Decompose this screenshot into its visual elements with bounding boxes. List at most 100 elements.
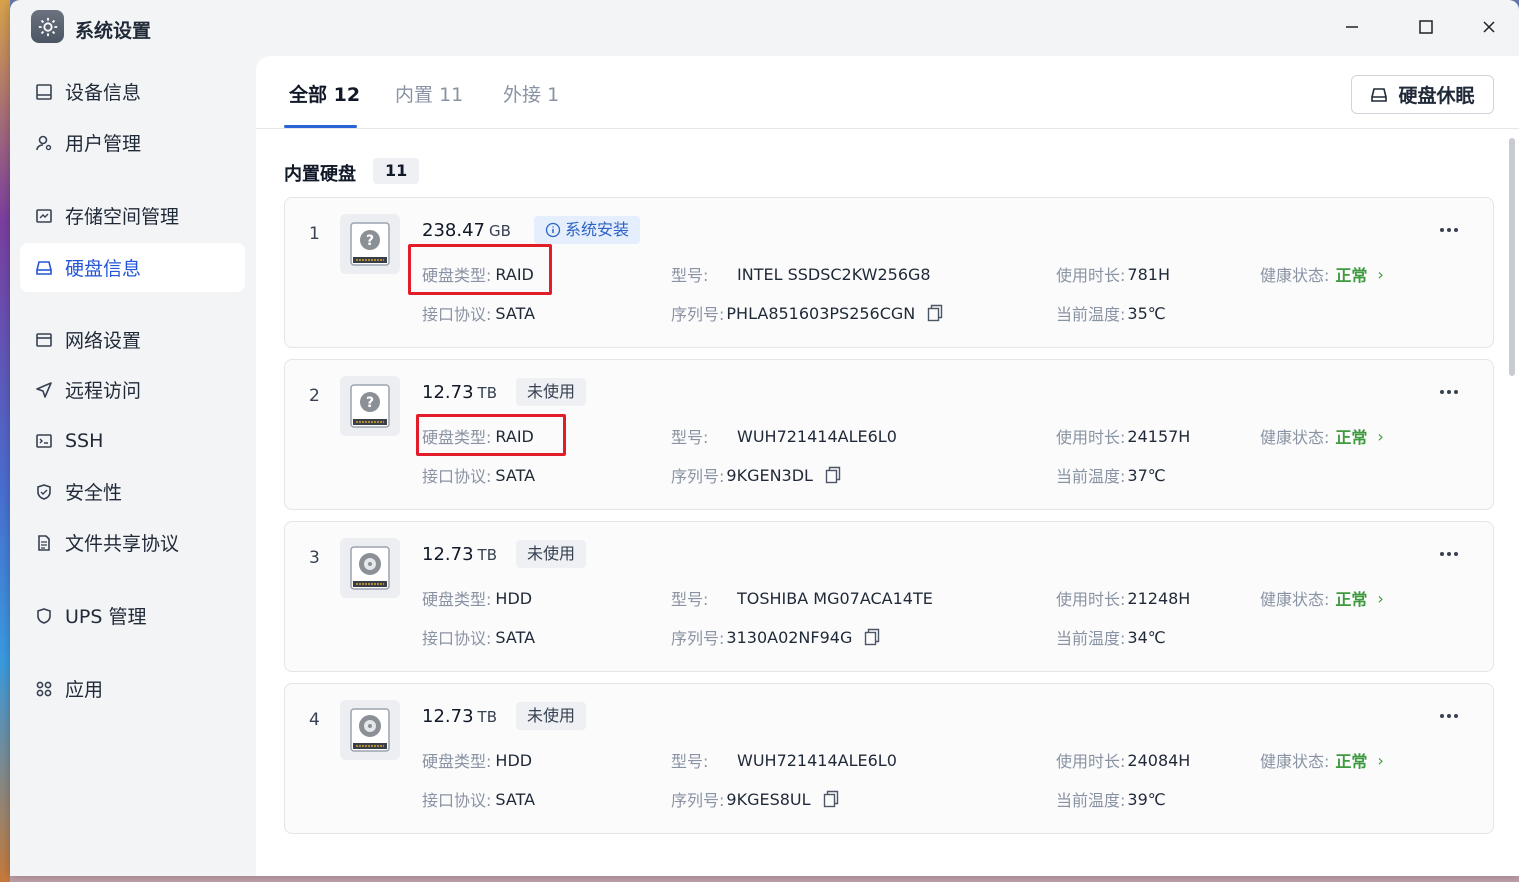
- serial-field: 序列号: 9KGES8UL: [671, 787, 839, 811]
- close-button[interactable]: [1469, 12, 1509, 42]
- disk-capacity: 238.47 GB: [422, 220, 511, 241]
- send-icon: [33, 379, 55, 401]
- sidebar-item-label: 安全性: [65, 482, 123, 504]
- sidebar-item-file-sharing[interactable]: 文件共享协议: [20, 518, 245, 567]
- disk-type-field: 硬盘类型: HDD: [422, 750, 533, 772]
- tab-active-indicator: [284, 125, 357, 128]
- disk-card[interactable]: 3 12.73 TB 未使用 硬盘类型: HDD 接口协议: SATA 型号: TOSH…: [284, 521, 1494, 672]
- section-title: 内置硬盘: [284, 164, 356, 185]
- health-status-link[interactable]: 健康状态: 正常 ›: [1260, 748, 1384, 772]
- window-title: 系统设置: [75, 20, 152, 42]
- disk-capacity: 12.73 TB: [422, 706, 497, 727]
- more-options-icon[interactable]: [1437, 220, 1461, 240]
- disk-capacity: 12.73 TB: [422, 544, 497, 565]
- sidebar-item-device-info[interactable]: 设备信息: [20, 67, 245, 116]
- sidebar-item-label: 文件共享协议: [65, 533, 180, 555]
- temperature-field: 当前温度: 35℃: [1056, 303, 1166, 325]
- desktop-background: [0, 0, 10, 882]
- usage-time-field: 使用时长: 24157H: [1056, 426, 1191, 448]
- usage-time-field: 使用时长: 781H: [1056, 264, 1170, 286]
- terminal-icon: [33, 430, 55, 452]
- question-disk-icon: ?: [340, 214, 400, 274]
- temperature-field: 当前温度: 34℃: [1056, 627, 1166, 649]
- apps-icon: [33, 678, 55, 700]
- sidebar-item-label: UPS 管理: [65, 606, 147, 628]
- unused-badge: 未使用: [516, 378, 587, 406]
- svg-text:?: ?: [366, 233, 374, 249]
- disk-index: 4: [309, 710, 320, 730]
- main-content: 全部 12 内置 11 外接 1 硬盘休眠 内置硬盘 11 1 ? 238.47…: [256, 56, 1519, 876]
- sidebar-item-storage-management[interactable]: 存储空间管理: [20, 191, 245, 240]
- disk-card[interactable]: 4 12.73 TB 未使用 硬盘类型: HDD 接口协议: SATA 型号: WUH7…: [284, 683, 1494, 834]
- tab-internal[interactable]: 内置 11: [395, 80, 463, 107]
- copy-icon[interactable]: [864, 628, 880, 646]
- info-icon: [545, 222, 561, 238]
- more-options-icon[interactable]: [1437, 706, 1461, 726]
- sidebar-item-user-management[interactable]: 用户管理: [20, 118, 245, 167]
- health-status-link[interactable]: 健康状态: 正常 ›: [1260, 586, 1384, 610]
- unused-badge: 未使用: [516, 702, 587, 730]
- sidebar-item-apps[interactable]: 应用: [20, 664, 245, 713]
- sidebar-item-label: 设备信息: [65, 82, 142, 104]
- tab-external[interactable]: 外接 1: [503, 80, 559, 107]
- minimize-button[interactable]: [1332, 12, 1372, 42]
- question-disk-icon: ?: [340, 376, 400, 436]
- settings-window: 系统设置 设备信息 用户管理 存储空间管理 硬盘信息 网络设置 远程访问 SSH…: [10, 0, 1519, 876]
- temperature-field: 当前温度: 37℃: [1056, 465, 1166, 487]
- health-status-link[interactable]: 健康状态: 正常 ›: [1260, 424, 1384, 448]
- model-field: 型号: WUH721414ALE6L0: [671, 750, 897, 772]
- network-icon: [33, 329, 55, 351]
- sidebar-item-label: 应用: [65, 679, 104, 701]
- model-field: 型号: INTEL SSDSC2KW256G8: [671, 264, 931, 286]
- serial-field: 序列号: 9KGEN3DL: [671, 463, 841, 487]
- temperature-field: 当前温度: 39℃: [1056, 789, 1166, 811]
- more-options-icon[interactable]: [1437, 382, 1461, 402]
- copy-icon[interactable]: [927, 304, 943, 322]
- sidebar-item-label: 硬盘信息: [65, 258, 142, 280]
- model-field: 型号: TOSHIBA MG07ACA14TE: [671, 588, 933, 610]
- usage-time-field: 使用时长: 24084H: [1056, 750, 1191, 772]
- disk-sleep-button[interactable]: 硬盘休眠: [1351, 75, 1494, 114]
- highlight-box: [408, 244, 552, 295]
- disk-index: 1: [309, 224, 320, 244]
- drive-icon: [33, 257, 55, 279]
- sidebar-item-network-settings[interactable]: 网络设置: [20, 315, 245, 364]
- interface-field: 接口协议: SATA: [422, 303, 536, 325]
- document-icon: [33, 532, 55, 554]
- monitor-icon: [33, 81, 55, 103]
- svg-text:?: ?: [366, 395, 374, 411]
- sidebar-item-disk-info[interactable]: 硬盘信息: [20, 243, 245, 292]
- chevron-right-icon: ›: [1377, 588, 1384, 608]
- shield-icon: [33, 605, 55, 627]
- disk-capacity: 12.73 TB: [422, 382, 497, 403]
- sidebar-item-ups[interactable]: UPS 管理: [20, 591, 245, 640]
- sidebar-item-security[interactable]: 安全性: [20, 467, 245, 516]
- sidebar-item-label: 远程访问: [65, 380, 142, 402]
- system-install-badge: 系统安装: [534, 216, 641, 244]
- interface-field: 接口协议: SATA: [422, 627, 536, 649]
- title-bar: 系统设置: [10, 0, 1519, 54]
- disk-type-field: 硬盘类型: HDD: [422, 588, 533, 610]
- serial-field: 序列号: 3130A02NF94G: [671, 625, 880, 649]
- interface-field: 接口协议: SATA: [422, 789, 536, 811]
- tab-bar: 全部 12 内置 11 外接 1 硬盘休眠: [256, 56, 1519, 129]
- tab-all[interactable]: 全部 12: [289, 80, 360, 107]
- hdd-icon: [340, 538, 400, 598]
- health-status-link[interactable]: 健康状态: 正常 ›: [1260, 262, 1384, 286]
- chevron-right-icon: ›: [1377, 426, 1384, 446]
- drive-icon: [1370, 86, 1388, 104]
- scrollbar[interactable]: [1509, 138, 1515, 376]
- sidebar-item-label: SSH: [65, 429, 104, 452]
- more-options-icon[interactable]: [1437, 544, 1461, 564]
- sidebar-item-remote-access[interactable]: 远程访问: [20, 365, 245, 414]
- section-count-badge: 11: [373, 158, 420, 184]
- maximize-button[interactable]: [1406, 12, 1446, 42]
- copy-icon[interactable]: [825, 466, 841, 484]
- storage-icon: [33, 205, 55, 227]
- model-field: 型号: WUH721414ALE6L0: [671, 426, 897, 448]
- copy-icon[interactable]: [823, 790, 839, 808]
- sidebar-item-ssh[interactable]: SSH: [20, 416, 245, 465]
- chevron-right-icon: ›: [1377, 264, 1384, 284]
- highlight-box: [416, 414, 566, 456]
- interface-field: 接口协议: SATA: [422, 465, 536, 487]
